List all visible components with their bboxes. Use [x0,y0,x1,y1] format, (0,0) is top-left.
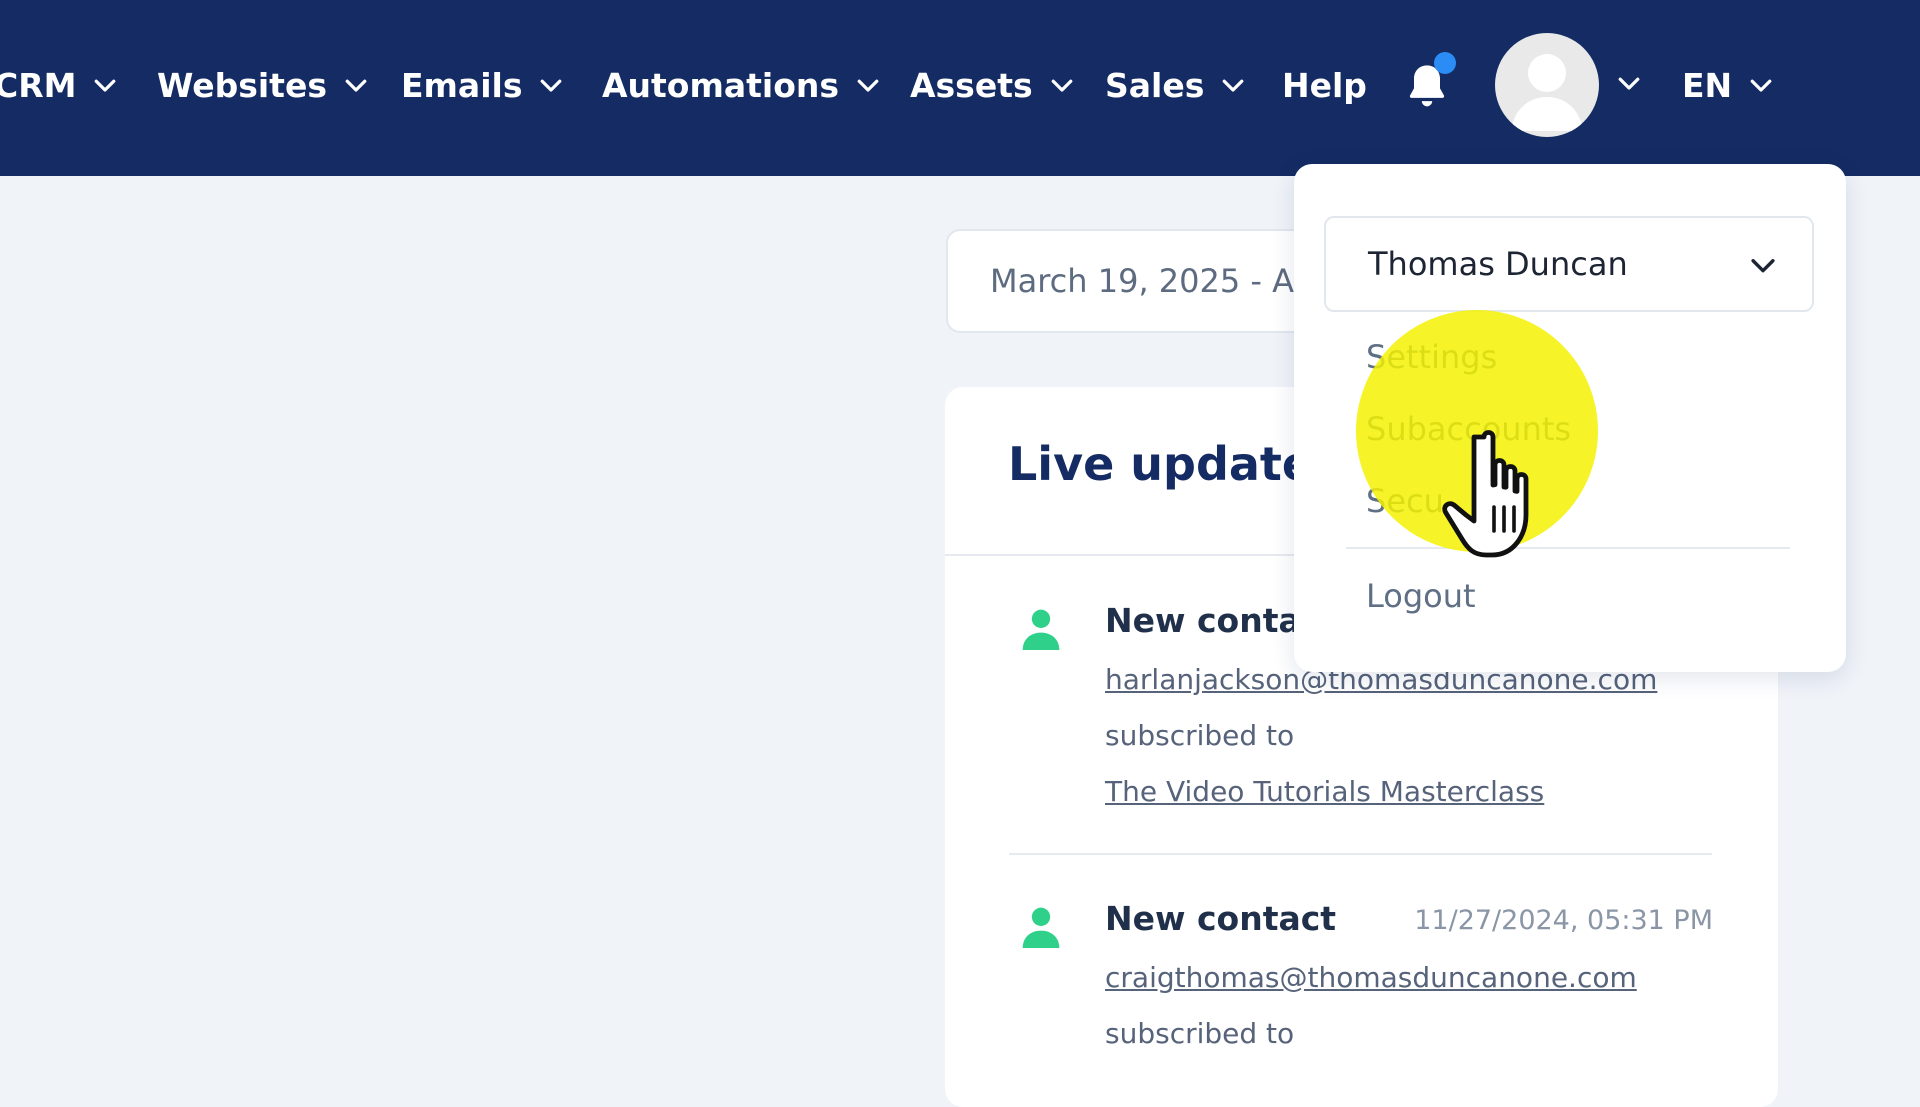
chevron-down-icon [857,79,879,92]
update-action-text: subscribed to [1105,1017,1295,1050]
language-label: EN [1682,65,1733,105]
nav-item-label: Websites [157,65,327,105]
update-heading: New contac [1105,601,1321,640]
update-action-text: subscribed to [1105,719,1295,752]
account-name: Thomas Duncan [1368,245,1628,283]
chevron-down-icon [1751,259,1775,273]
nav-item-label: Help [1282,65,1367,105]
chevron-down-icon [95,79,116,92]
divider [1009,853,1712,855]
chevron-down-icon [1051,79,1072,92]
nav-item-help[interactable]: Help [1282,60,1367,110]
update-heading: New contact [1105,899,1337,938]
menu-item-security[interactable]: Secu [1366,482,1444,520]
menu-item-subaccounts[interactable]: Subaccounts [1366,410,1571,448]
user-avatar-icon [1511,54,1583,131]
nav-item-label: Automations [602,65,840,105]
nav-item-label: CRM [0,65,77,105]
nav-item-crm[interactable]: CRM [0,60,120,110]
chevron-down-icon [1750,79,1772,92]
chevron-down-icon [541,79,562,92]
date-range-value: March 19, 2025 - Ap [990,262,1315,300]
top-navigation-bar: CRM Websites Emails Automations Assets S… [0,0,1920,176]
person-icon [1022,907,1060,948]
nav-item-automations[interactable]: Automations [602,60,883,110]
nav-item-emails[interactable]: Emails [401,60,566,110]
chevron-down-icon[interactable] [1614,68,1644,98]
nav-item-label: Assets [910,65,1033,105]
divider [1346,547,1790,549]
notification-badge [1434,52,1456,74]
menu-item-logout[interactable]: Logout [1366,577,1476,615]
nav-item-label: Sales [1105,65,1205,105]
user-dropdown-menu: Thomas Duncan Settings Subaccounts Secu … [1294,164,1846,672]
update-timestamp: 11/27/2024, 05:31 PM [1414,905,1713,936]
chevron-down-icon [1223,79,1244,92]
nav-item-assets[interactable]: Assets [910,60,1077,110]
menu-item-settings[interactable]: Settings [1366,338,1497,376]
contact-email-link[interactable]: craigthomas@thomasduncanone.com [1105,961,1637,994]
chevron-down-icon [345,79,367,92]
account-selector[interactable]: Thomas Duncan [1324,216,1814,312]
card-title: Live update [1008,437,1314,491]
nav-item-websites[interactable]: Websites [157,60,371,110]
person-icon [1022,609,1060,650]
user-avatar[interactable] [1495,33,1599,137]
course-link[interactable]: The Video Tutorials Masterclass [1105,775,1544,808]
nav-item-label: Emails [401,65,523,105]
language-selector[interactable]: EN [1682,60,1776,110]
nav-item-sales[interactable]: Sales [1105,60,1248,110]
